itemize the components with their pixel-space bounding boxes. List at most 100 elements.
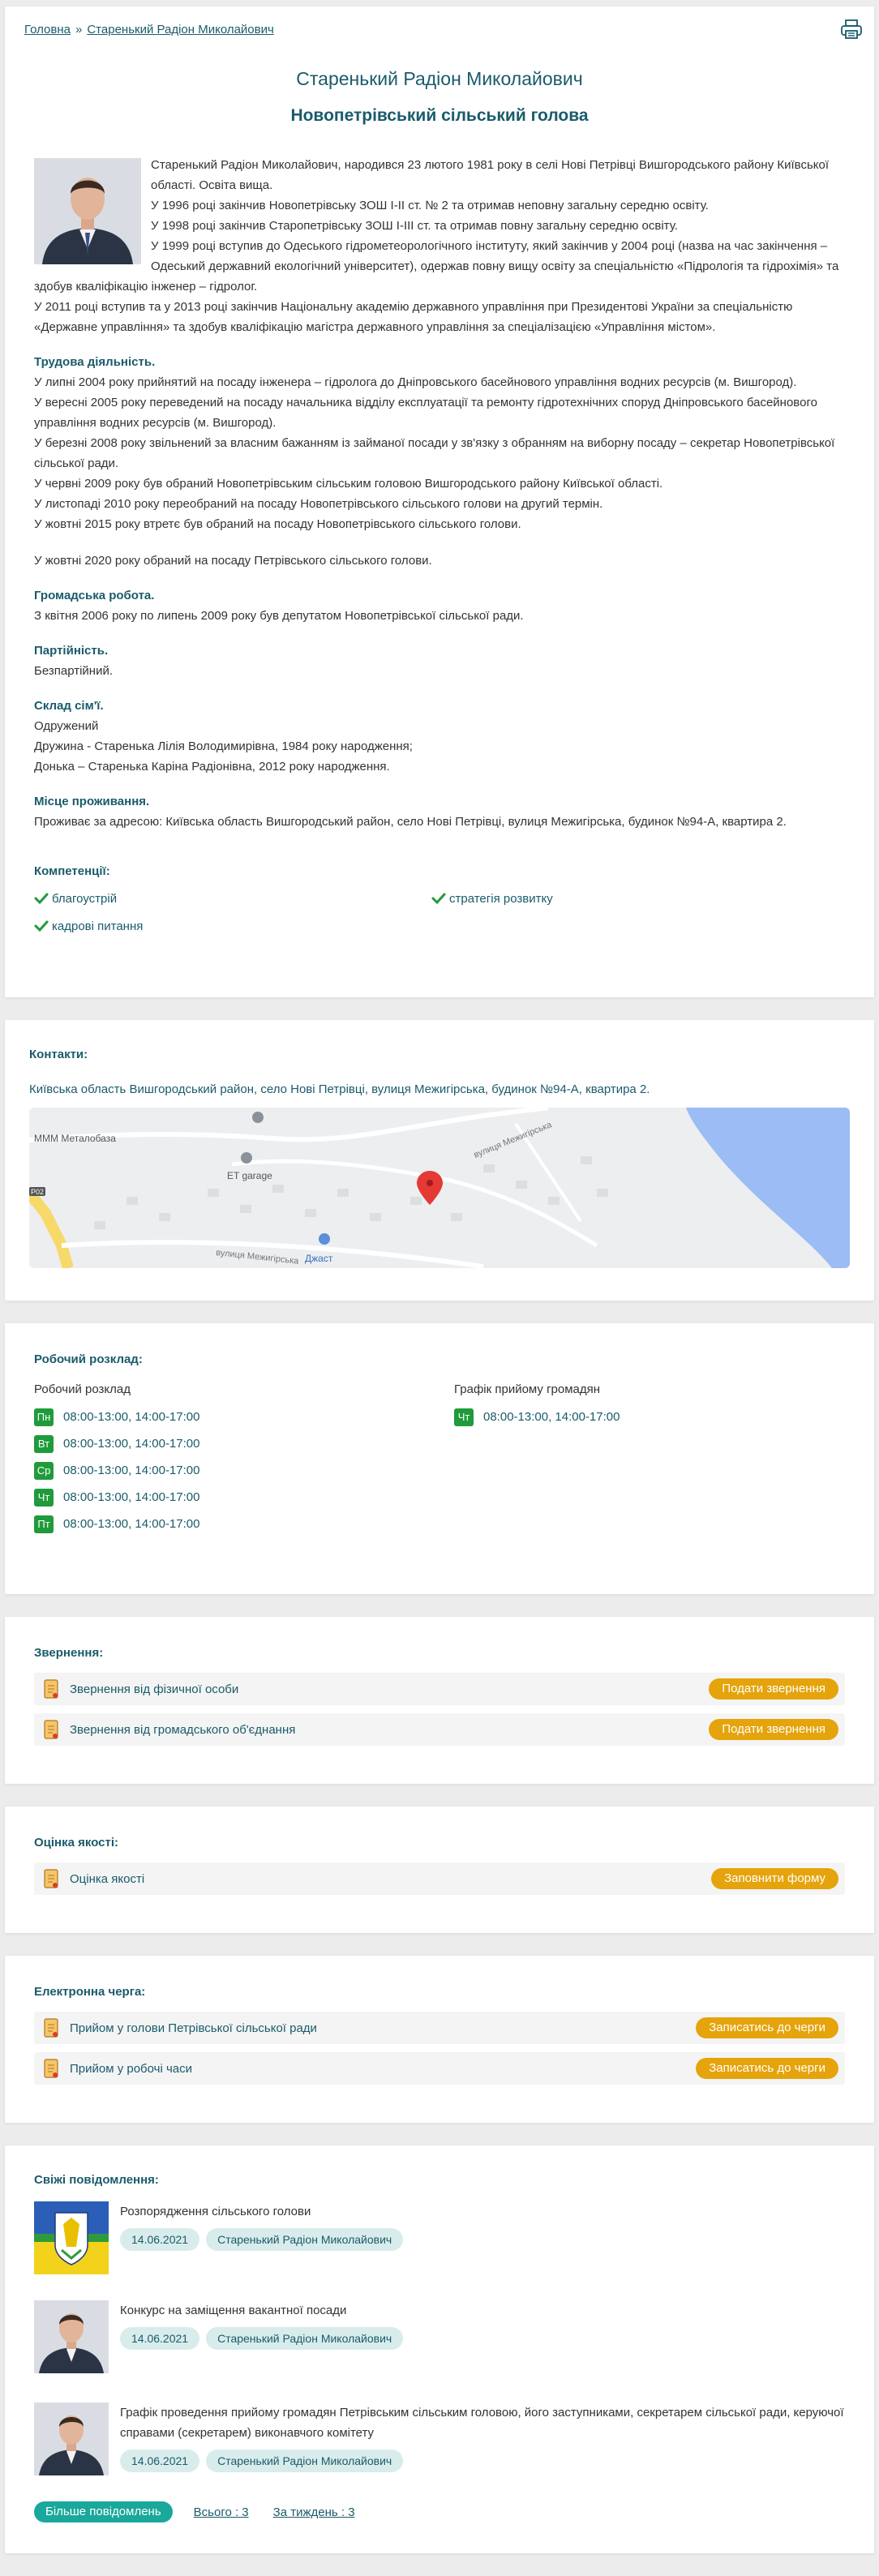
- bio-intro-5: У 2011 році вступив та у 2013 році закін…: [34, 300, 793, 334]
- coat-of-arms-thumbnail: [34, 2201, 109, 2274]
- news-item[interactable]: Конкурс на заміщення вакантної посади 14…: [34, 2300, 845, 2373]
- portrait-thumbnail: [34, 2402, 109, 2475]
- map-road-label: P02: [31, 1188, 44, 1196]
- news-title: Свіжі повідомлення:: [34, 2173, 159, 2187]
- work-item-2020: У жовтні 2020 року обраний на посаду Пет…: [34, 554, 432, 568]
- person-position: Новопетрівський сільський голова: [290, 106, 589, 125]
- day-badge: Пн: [34, 1408, 54, 1426]
- public-section-title: Громадська робота.: [34, 589, 155, 602]
- day-badge: Чт: [454, 1408, 474, 1426]
- queue-link[interactable]: Прийом у робочі часи: [70, 2062, 192, 2076]
- news-headline[interactable]: Конкурс на заміщення вакантної посади: [120, 2300, 409, 2321]
- document-icon: [44, 1869, 58, 1888]
- queue-row: Прийом у робочі часи Записатись до черги: [34, 2052, 845, 2085]
- schedule-time: 08:00-13:00, 14:00-17:00: [63, 1410, 200, 1424]
- competence-item: благоустрій: [34, 889, 431, 907]
- join-queue-button[interactable]: Записатись до черги: [696, 2017, 838, 2038]
- breadcrumb-current-link[interactable]: Старенький Радіон Миколайович: [87, 23, 273, 36]
- total-news-link[interactable]: Всього : 3: [194, 2505, 249, 2519]
- work-item-3: У березні 2008 року звільнений за власни…: [34, 436, 835, 470]
- competence-item: кадрові питання: [34, 917, 431, 935]
- fill-form-button[interactable]: Заповнити форму: [711, 1868, 838, 1889]
- document-icon: [44, 1720, 58, 1739]
- join-queue-button[interactable]: Записатись до черги: [696, 2058, 838, 2079]
- news-headline[interactable]: Розпорядження сільського голови: [120, 2201, 409, 2222]
- residence-section-title: Місце проживання.: [34, 795, 150, 808]
- appeals-card: Звернення: Звернення від фізичної особи …: [5, 1617, 874, 1784]
- bio-intro-4: У 1999 році вступив до Одеського гідроме…: [34, 239, 839, 294]
- map-label: ET garage: [227, 1170, 272, 1181]
- queue-title: Електронна черга:: [34, 1985, 146, 1999]
- quality-title: Оцінка якості:: [34, 1836, 119, 1849]
- bio-intro-2: У 1996 році закінчив Новопетрівську ЗОШ …: [151, 199, 709, 212]
- work-item-6: У жовтні 2015 року втретє був обраний на…: [34, 517, 521, 531]
- competences-title: Компетенції:: [34, 864, 110, 878]
- queue-row: Прийом у голови Петрівської сільської ра…: [34, 2012, 845, 2044]
- queue-link[interactable]: Прийом у голови Петрівської сільської ра…: [70, 2021, 317, 2035]
- map-label: МММ Металобаза: [34, 1133, 116, 1144]
- work-item-2: У вересні 2005 року переведений на посад…: [34, 396, 817, 430]
- party-section-title: Партійність.: [34, 644, 109, 658]
- schedule-row: Пт 08:00-13:00, 14:00-17:00: [34, 1511, 454, 1537]
- breadcrumb-separator: »: [75, 23, 83, 36]
- news-author[interactable]: Старенький Радіон Миколайович: [206, 2228, 404, 2251]
- check-icon: [34, 920, 49, 932]
- submit-appeal-button[interactable]: Подати звернення: [709, 1719, 838, 1740]
- news-author[interactable]: Старенький Радіон Миколайович: [206, 2450, 404, 2472]
- news-headline[interactable]: Графік проведення прийому громадян Петрі…: [120, 2402, 845, 2443]
- news-card: Свіжі повідомлення: Розпорядження сільсь…: [5, 2145, 874, 2553]
- schedule-row: Чт 08:00-13:00, 14:00-17:00: [454, 1404, 827, 1430]
- portrait-thumbnail: [34, 2300, 109, 2373]
- family-item-2: Дружина - Старенька Лілія Володимирівна,…: [34, 739, 413, 753]
- location-map[interactable]: P02 МММ Металобаза ET garage вулиця Межи…: [29, 1108, 850, 1268]
- appeal-link[interactable]: Звернення від фізичної особи: [70, 1682, 238, 1696]
- more-news-button[interactable]: Більше повідомлень: [34, 2501, 173, 2522]
- contacts-title: Контакти:: [29, 1048, 88, 1061]
- news-item[interactable]: Графік проведення прийому громадян Петрі…: [34, 2402, 845, 2475]
- work-item-4: У червні 2009 року був обраний Новопетрі…: [34, 477, 663, 491]
- quality-card: Оцінка якості: Оцінка якості Заповнити ф…: [5, 1807, 874, 1933]
- news-footer: Більше повідомлень Всього : 3 За тиждень…: [34, 2501, 845, 2553]
- family-item-1: Одружений: [34, 719, 99, 733]
- appeal-link[interactable]: Звернення від громадського об'єднання: [70, 1723, 295, 1737]
- schedule-time: 08:00-13:00, 14:00-17:00: [63, 1490, 200, 1504]
- appeal-row: Звернення від громадського об'єднання По…: [34, 1713, 845, 1746]
- news-date: 14.06.2021: [120, 2450, 200, 2472]
- family-section-title: Склад сім'ї.: [34, 699, 104, 713]
- appeal-row: Звернення від фізичної особи Подати звер…: [34, 1673, 845, 1705]
- residence-text: Проживає за адресою: Київська область Ви…: [34, 815, 787, 829]
- work-schedule-title: Робочий розклад: [34, 1382, 131, 1396]
- queue-card: Електронна черга: Прийом у голови Петрів…: [5, 1956, 874, 2123]
- news-date: 14.06.2021: [120, 2228, 200, 2251]
- check-icon: [34, 893, 49, 905]
- biography: Старенький Радіон Миколайович, народився…: [5, 126, 874, 832]
- reception-schedule: Графік прийому громадян Чт 08:00-13:00, 1…: [454, 1382, 827, 1537]
- family-item-3: Донька – Старенька Каріна Радіонівна, 20…: [34, 760, 390, 774]
- work-item-1: У липні 2004 року прийнятий на посаду ін…: [34, 375, 797, 389]
- print-icon[interactable]: [840, 18, 863, 41]
- breadcrumb-home-link[interactable]: Головна: [24, 23, 71, 36]
- quality-link[interactable]: Оцінка якості: [70, 1872, 144, 1886]
- competence-label: стратегія розвитку: [449, 891, 553, 906]
- competence-label: кадрові питання: [52, 919, 144, 933]
- work-schedule: Робочий розклад Пн 08:00-13:00, 14:00-17:…: [34, 1382, 454, 1537]
- week-news-link[interactable]: За тиждень : 3: [273, 2505, 355, 2519]
- news-author[interactable]: Старенький Радіон Миколайович: [206, 2327, 404, 2350]
- submit-appeal-button[interactable]: Подати звернення: [709, 1678, 838, 1699]
- schedule-time: 08:00-13:00, 14:00-17:00: [63, 1437, 200, 1451]
- document-icon: [44, 2059, 58, 2078]
- day-badge: Вт: [34, 1434, 54, 1453]
- bio-intro-1: Старенький Радіон Миколайович, народився…: [151, 158, 830, 192]
- competences: Компетенції: благоустрій стратегія розви…: [5, 832, 874, 969]
- work-section-title: Трудова діяльність.: [34, 355, 156, 369]
- appeals-title: Звернення:: [34, 1646, 104, 1660]
- schedule-card: Робочий розклад: Робочий розклад Пн 08:00…: [5, 1323, 874, 1594]
- schedule-row: Чт 08:00-13:00, 14:00-17:00: [34, 1484, 454, 1511]
- contacts-card: Контакти: Київська область Вишгородський…: [5, 1020, 874, 1301]
- person-photo: [34, 158, 141, 264]
- schedule-time: 08:00-13:00, 14:00-17:00: [63, 1517, 200, 1531]
- person-name: Старенький Радіон Миколайович: [296, 68, 583, 89]
- news-item[interactable]: Розпорядження сільського голови 14.06.20…: [34, 2201, 845, 2274]
- schedule-title: Робочий розклад:: [34, 1352, 143, 1366]
- quality-row: Оцінка якості Заповнити форму: [34, 1862, 845, 1895]
